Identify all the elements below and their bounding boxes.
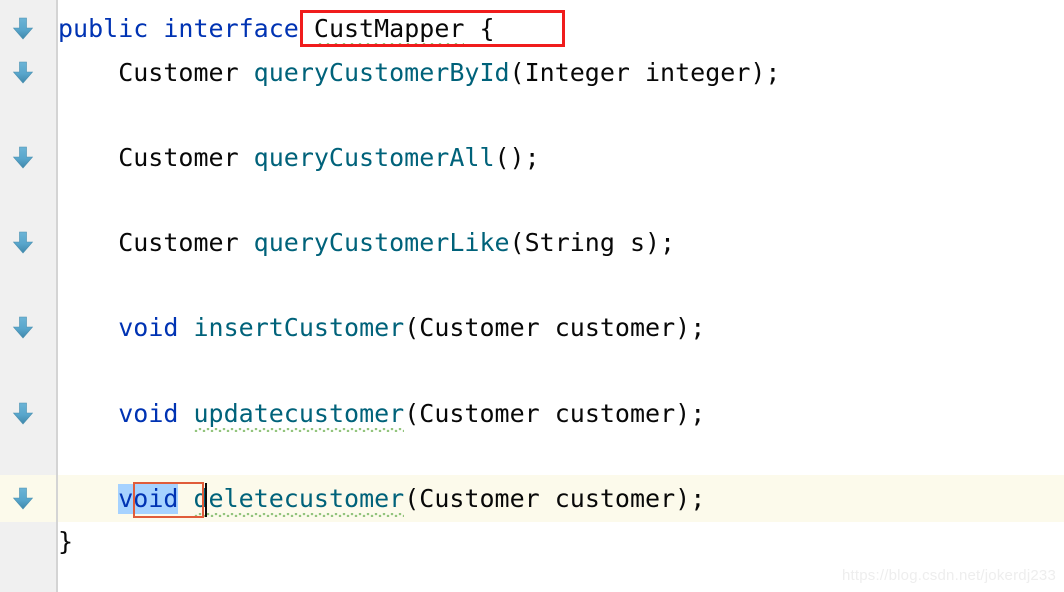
- code-token: insertCustomer: [193, 313, 405, 342]
- code-token: (Integer integer);: [509, 58, 781, 87]
- arrow-down-icon[interactable]: [8, 58, 38, 88]
- arrow-down-icon[interactable]: [8, 14, 38, 44]
- code-line[interactable]: void updatecustomer(Customer customer);: [58, 399, 706, 432]
- code-line[interactable]: Customer queryCustomerLike(String s);: [58, 228, 675, 258]
- code-line[interactable]: }: [58, 527, 73, 557]
- text-caret: [205, 483, 207, 517]
- typo-token[interactable]: deletecustomer: [193, 484, 404, 517]
- code-token: queryCustomerById: [253, 58, 510, 87]
- code-line[interactable]: Customer queryCustomerAll();: [58, 143, 540, 173]
- code-token: }: [58, 527, 74, 556]
- code-token: interface: [163, 14, 299, 43]
- code-text-area[interactable]: public interface CustMapper { Customer q…: [58, 0, 1064, 592]
- code-token: queryCustomerAll: [253, 143, 495, 172]
- watermark-text: https://blog.csdn.net/jokerdj233: [841, 567, 1056, 584]
- arrow-down-icon[interactable]: [8, 143, 38, 173]
- code-token: public: [58, 14, 149, 43]
- code-editor[interactable]: ; public interface CustMapper { Customer…: [0, 0, 1064, 592]
- code-line[interactable]: Customer queryCustomerById(Integer integ…: [58, 58, 780, 88]
- code-token: queryCustomerLike: [253, 228, 510, 257]
- arrow-down-icon[interactable]: [8, 399, 38, 429]
- code-token: (String s);: [509, 228, 676, 257]
- code-token: {: [464, 14, 495, 43]
- code-token: (Customer customer);: [404, 484, 706, 513]
- code-token: (Customer customer);: [404, 313, 706, 342]
- code-token: Customer: [58, 58, 254, 87]
- code-line[interactable]: public interface CustMapper {: [58, 14, 495, 47]
- code-token: (Customer customer);: [404, 399, 706, 428]
- code-line[interactable]: void deletecustomer(Customer customer);: [58, 484, 706, 517]
- code-token: Customer: [58, 228, 254, 257]
- typo-token[interactable]: updatecustomer: [193, 399, 404, 432]
- arrow-down-icon[interactable]: [8, 228, 38, 258]
- code-token: void: [118, 313, 179, 342]
- code-token: Customer: [58, 143, 254, 172]
- arrow-down-icon[interactable]: [8, 313, 38, 343]
- selected-code-token[interactable]: void: [118, 484, 179, 514]
- typo-token[interactable]: CustMapper: [313, 14, 464, 47]
- arrow-down-icon[interactable]: [8, 484, 38, 514]
- code-token: void: [118, 399, 179, 428]
- code-line[interactable]: void insertCustomer(Customer customer);: [58, 313, 705, 343]
- code-token: ();: [494, 143, 540, 172]
